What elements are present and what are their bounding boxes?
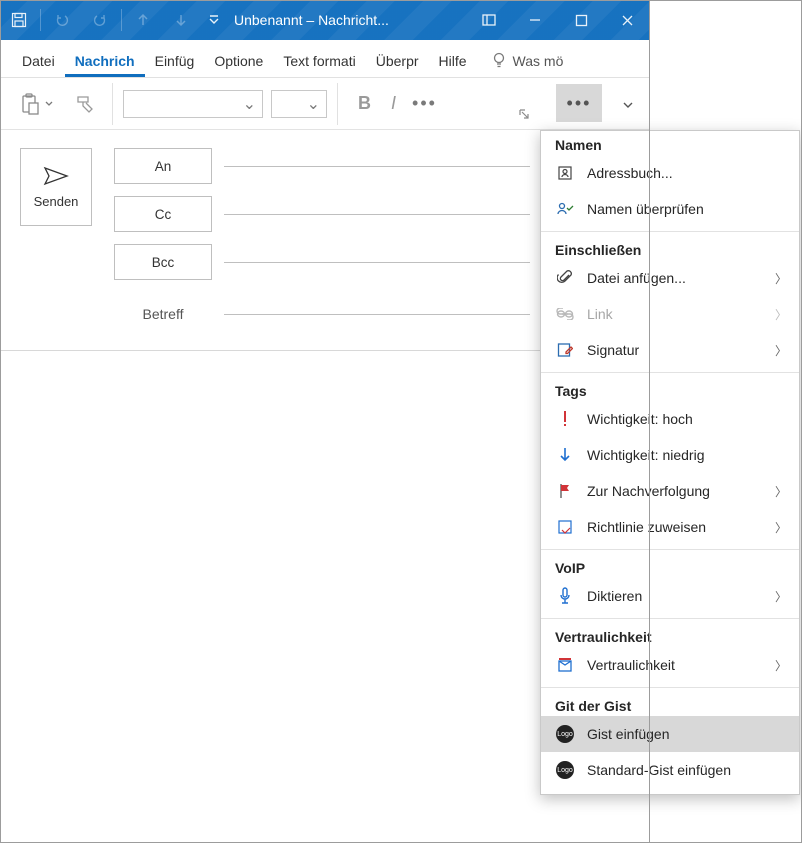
maximize-icon[interactable] xyxy=(558,0,604,40)
menu-follow-up[interactable]: Zur Nachverfolgung 〉 xyxy=(541,473,799,509)
tab-nachricht[interactable]: Nachrich xyxy=(65,45,145,77)
flag-icon xyxy=(555,483,575,499)
ribbon-tabs: Datei Nachrich Einfüg Optione Text forma… xyxy=(0,40,650,78)
to-button[interactable]: An xyxy=(114,148,212,184)
section-git-gist: Git der Gist xyxy=(541,692,799,716)
dialog-launcher-icon[interactable] xyxy=(518,107,530,125)
paste-button[interactable] xyxy=(14,86,60,122)
menu-assign-policy[interactable]: Richtlinie zuweisen 〉 xyxy=(541,509,799,545)
chevron-right-icon: 〉 xyxy=(775,588,787,605)
save-icon[interactable] xyxy=(0,0,38,40)
tab-textformat[interactable]: Text formati xyxy=(273,45,365,77)
menu-addressbook[interactable]: Adressbuch... xyxy=(541,155,799,191)
tab-hilfe[interactable]: Hilfe xyxy=(429,45,477,77)
send-label: Senden xyxy=(34,194,79,209)
menu-label: Standard-Gist einfügen xyxy=(587,762,731,778)
menu-attach-file[interactable]: Datei anfügen... 〉 xyxy=(541,260,799,296)
bold-button[interactable]: B xyxy=(348,93,381,114)
menu-link: Link 〉 xyxy=(541,296,799,332)
chevron-right-icon: 〉 xyxy=(775,342,787,359)
overflow-menu: Namen Adressbuch... Namen überprüfen Ein… xyxy=(540,130,800,795)
menu-importance-high[interactable]: Wichtigkeit: hoch xyxy=(541,401,799,437)
importance-low-icon xyxy=(555,446,575,464)
section-voip: VoIP xyxy=(541,554,799,578)
tab-ueberpruefen[interactable]: Überpr xyxy=(366,45,429,77)
redo-icon[interactable] xyxy=(81,0,119,40)
font-name-combo[interactable]: ⌄ xyxy=(123,90,263,118)
close-icon[interactable] xyxy=(604,0,650,40)
menu-label: Gist einfügen xyxy=(587,726,670,742)
window-title: Unbenannt – Nachricht... xyxy=(234,12,389,28)
menu-label: Namen überprüfen xyxy=(587,201,704,217)
menu-label: Wichtigkeit: hoch xyxy=(587,411,693,427)
tell-me-hint[interactable]: Was mö xyxy=(507,53,570,77)
menu-check-names[interactable]: Namen überprüfen xyxy=(541,191,799,227)
paperclip-icon xyxy=(555,269,575,287)
section-einschliessen: Einschließen xyxy=(541,236,799,260)
more-formatting-button[interactable]: ••• xyxy=(406,93,443,114)
menu-label: Signatur xyxy=(587,342,639,358)
menu-label: Zur Nachverfolgung xyxy=(587,483,710,499)
logo-icon: Logo xyxy=(555,725,575,743)
menu-label: Richtlinie zuweisen xyxy=(587,519,706,535)
bcc-field[interactable] xyxy=(224,262,530,263)
menu-label: Link xyxy=(587,306,613,322)
font-size-combo[interactable]: ⌄ xyxy=(271,90,327,118)
chevron-right-icon: 〉 xyxy=(775,483,787,500)
to-field[interactable] xyxy=(224,166,530,167)
check-names-icon xyxy=(555,201,575,217)
menu-label: Diktieren xyxy=(587,588,642,604)
tab-datei[interactable]: Datei xyxy=(12,45,65,77)
menu-sensitivity[interactable]: Vertraulichkeit 〉 xyxy=(541,647,799,683)
link-icon xyxy=(555,308,575,320)
send-button[interactable]: Senden xyxy=(20,148,92,226)
prev-item-icon[interactable] xyxy=(124,0,162,40)
menu-label: Vertraulichkeit xyxy=(587,657,675,673)
title-bar: Unbenannt – Nachricht... xyxy=(0,0,650,40)
addressbook-icon xyxy=(555,165,575,181)
menu-dictate[interactable]: Diktieren 〉 xyxy=(541,578,799,614)
policy-icon xyxy=(555,519,575,535)
qat-customize-icon[interactable] xyxy=(204,0,224,40)
undo-icon[interactable] xyxy=(43,0,81,40)
tab-einfuegen[interactable]: Einfüg xyxy=(145,45,205,77)
next-item-icon[interactable] xyxy=(162,0,200,40)
chevron-right-icon: 〉 xyxy=(775,519,787,536)
subject-field[interactable] xyxy=(224,314,530,315)
cc-button[interactable]: Cc xyxy=(114,196,212,232)
bcc-button[interactable]: Bcc xyxy=(114,244,212,280)
menu-importance-low[interactable]: Wichtigkeit: niedrig xyxy=(541,437,799,473)
chevron-right-icon: 〉 xyxy=(775,270,787,287)
subject-label: Betreff xyxy=(114,306,212,322)
logo-icon: Logo xyxy=(555,761,575,779)
italic-button[interactable]: I xyxy=(381,93,406,114)
chevron-right-icon: 〉 xyxy=(775,306,787,323)
menu-label: Adressbuch... xyxy=(587,165,673,181)
lightbulb-icon[interactable] xyxy=(491,51,507,77)
format-painter-button[interactable] xyxy=(68,86,102,122)
sensitivity-icon xyxy=(555,657,575,673)
menu-insert-gist[interactable]: Logo Gist einfügen xyxy=(541,716,799,752)
section-vertraulichkeit: Vertraulichkeit xyxy=(541,623,799,647)
microphone-icon xyxy=(555,587,575,605)
window-mode-icon[interactable] xyxy=(466,0,512,40)
menu-signature[interactable]: Signatur 〉 xyxy=(541,332,799,368)
minimize-icon[interactable] xyxy=(512,0,558,40)
section-tags: Tags xyxy=(541,377,799,401)
importance-high-icon xyxy=(555,410,575,428)
cc-field[interactable] xyxy=(224,214,530,215)
ribbon-expand-icon[interactable] xyxy=(622,98,634,116)
menu-insert-default-gist[interactable]: Logo Standard-Gist einfügen xyxy=(541,752,799,788)
signature-icon xyxy=(555,342,575,358)
tab-optionen[interactable]: Optione xyxy=(204,45,273,77)
section-namen: Namen xyxy=(541,131,799,155)
ribbon-toolbar: ⌄ ⌄ B I ••• ••• xyxy=(0,78,650,130)
ribbon-overflow-button[interactable]: ••• xyxy=(556,84,602,122)
chevron-right-icon: 〉 xyxy=(775,657,787,674)
menu-label: Wichtigkeit: niedrig xyxy=(587,447,705,463)
menu-label: Datei anfügen... xyxy=(587,270,686,286)
